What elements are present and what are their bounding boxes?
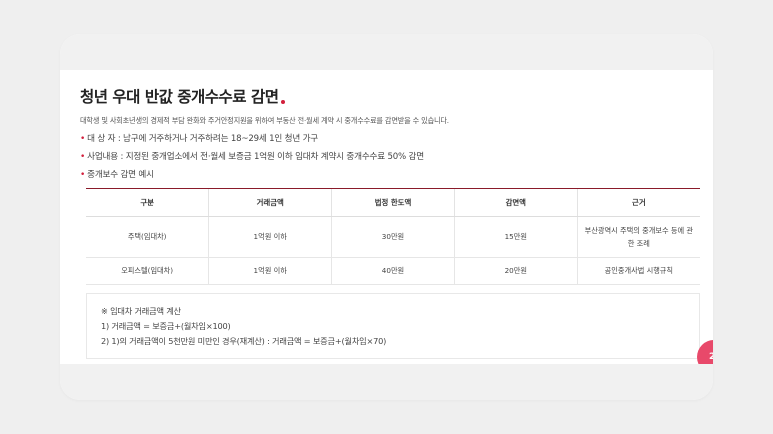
- table-row: 주택(임대차) 1억원 이하 30만원 15만원 부산광역시 주택의 중개보수 …: [86, 216, 700, 258]
- table-cell: 부산광역시 주택의 중개보수 등에 관한 조례: [577, 216, 700, 258]
- note-heading: ※ 임대차 거래금액 계산: [101, 305, 181, 316]
- note-line: 1) 거래금액 = 보증금+(월차임×100): [101, 320, 231, 331]
- table-header: 거래금액: [208, 189, 333, 217]
- bullet-icon: •: [80, 152, 86, 162]
- table-cell: 공인중개사법 시행규칙: [577, 257, 700, 285]
- table-header: 근거: [577, 189, 700, 217]
- table-cell: 1억원 이하: [208, 257, 333, 285]
- bullet-text: 중개보수 감면 예시: [87, 170, 154, 180]
- bullet-text: 대 상 자 : 남구에 거주하거나 거주하려는 18~29세 1인 청년 가구: [87, 134, 318, 144]
- fee-table: 구분 거래금액 법정 한도액 감면액 근거 주택(임대차) 1억원 이하 30만…: [86, 188, 700, 285]
- bullet-icon: •: [80, 134, 86, 144]
- calculation-note: ※ 임대차 거래금액 계산 1) 거래금액 = 보증금+(월차임×100) 2)…: [86, 292, 700, 359]
- page-title-text: 청년 우대 반값 중개수수료 감면: [80, 88, 279, 106]
- bullet-target: • 대 상 자 : 남구에 거주하거나 거주하려는 18~29세 1인 청년 가구: [80, 133, 705, 145]
- description: 대학생 및 사회초년생의 경제적 부담 완화와 주거안정지원을 위하여 부동산 …: [80, 116, 449, 125]
- card-bottom-bar: [60, 364, 713, 400]
- table-cell: 1억원 이하: [208, 216, 333, 258]
- table-cell: 15만원: [454, 216, 578, 258]
- table-cell: 주택(임대차): [86, 216, 210, 258]
- table-cell: 30만원: [331, 216, 455, 258]
- table-header: 감면액: [454, 189, 578, 217]
- table-cell: 20만원: [454, 257, 578, 285]
- floating-button-label: 2: [709, 352, 713, 362]
- page-title: 청년 우대 반값 중개수수료 감면: [80, 86, 705, 108]
- content-card: 청년 우대 반값 중개수수료 감면 대학생 및 사회초년생의 경제적 부담 완화…: [60, 34, 713, 400]
- bullet-content: • 사업내용 : 지정된 중개업소에서 전·월세 보증금 1억원 이하 임대차 계…: [80, 151, 705, 163]
- note-line: 2) 1)의 거래금액이 5천만원 미만인 경우(재계산) : 거래금액 = 보…: [101, 335, 387, 346]
- table-row: 오피스텔(임대차) 1억원 이하 40만원 20만원 공인중개사법 시행규칙: [86, 257, 700, 285]
- bullet-icon: •: [80, 170, 86, 180]
- title-dot-icon: [281, 100, 286, 104]
- table-cell: 40만원: [331, 257, 455, 285]
- table-header: 법정 한도액: [331, 189, 455, 217]
- table-header: 구분: [86, 189, 210, 217]
- card-top-bar: [60, 34, 713, 70]
- main-content: 청년 우대 반값 중개수수료 감면 대학생 및 사회초년생의 경제적 부담 완화…: [80, 70, 705, 359]
- bullet-example: • 중개보수 감면 예시: [80, 169, 705, 181]
- table-cell: 오피스텔(임대차): [86, 257, 210, 285]
- table-header-row: 구분 거래금액 법정 한도액 감면액 근거: [86, 189, 700, 217]
- bullet-text: 사업내용 : 지정된 중개업소에서 전·월세 보증금 1억원 이하 임대차 계약…: [87, 152, 424, 162]
